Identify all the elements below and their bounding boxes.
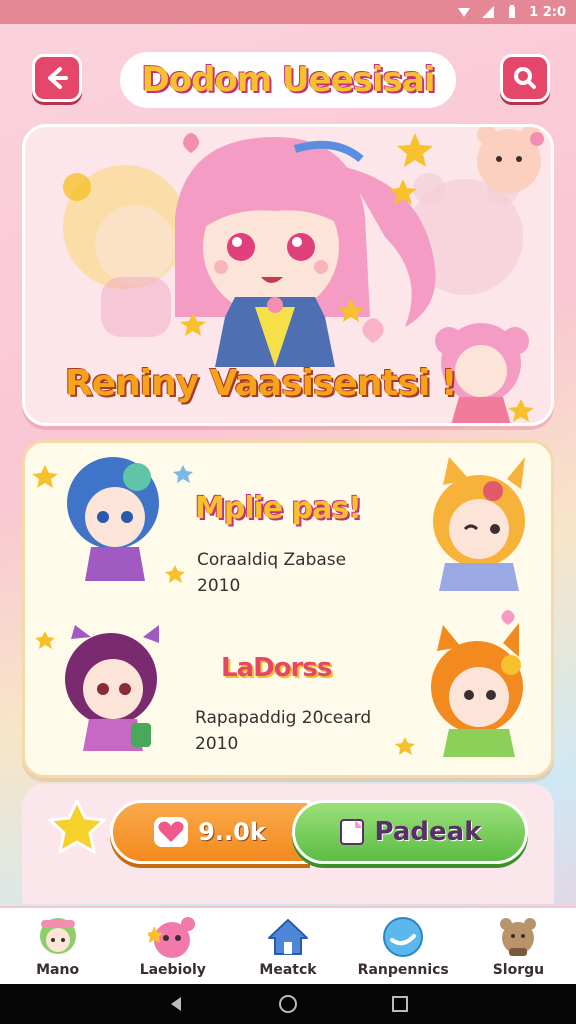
- system-navigation-bar: [0, 984, 576, 1024]
- signal-icon: [457, 5, 471, 19]
- nav-item-home[interactable]: Mano: [0, 908, 115, 984]
- search-icon: [512, 65, 538, 91]
- document-icon: [339, 818, 365, 846]
- nav-item-match[interactable]: Meatck: [230, 908, 345, 984]
- search-button[interactable]: [500, 54, 550, 102]
- primary-action-label: Padeak: [374, 817, 482, 847]
- item-2-year: 2010: [195, 734, 239, 754]
- likes-button[interactable]: 9..0k: [110, 800, 310, 864]
- favorite-star-button[interactable]: [46, 798, 108, 860]
- nav-item-library[interactable]: Laebioly: [115, 908, 230, 984]
- item-1-year: 2010: [197, 576, 241, 596]
- globe-icon: [378, 914, 428, 960]
- pink-blob-icon: [147, 914, 198, 960]
- item-2-title[interactable]: LaDorss: [221, 653, 332, 683]
- item-1-subtitle: Coraaldiq Zabase: [197, 550, 347, 570]
- status-bar: 1 2:0: [0, 0, 576, 24]
- network-icon: [481, 5, 495, 19]
- nav-item-explore[interactable]: Ranpennics: [346, 908, 461, 984]
- hero-caption: Reniny Vaasisentsi !: [65, 363, 457, 404]
- status-time: 1 2:0: [529, 4, 566, 20]
- nav-label-library: Laebioly: [139, 962, 206, 978]
- back-arrow-icon: [44, 65, 70, 91]
- item-1-title[interactable]: Mplie pas!: [195, 491, 362, 526]
- star-icon: [46, 798, 108, 860]
- bottom-navigation: Mano Laebioly Meatck Ranpennics Slorgu: [0, 906, 576, 984]
- system-recents-icon[interactable]: [390, 994, 410, 1014]
- nav-label-home: Mano: [36, 962, 80, 978]
- page-title: Dodom Ueesisai: [120, 52, 456, 108]
- system-back-icon[interactable]: [166, 994, 186, 1014]
- nav-item-profile[interactable]: Slorgu: [461, 908, 576, 984]
- items-panel: Mplie pas! Coraaldiq Zabase 2010 LaDorss…: [22, 440, 554, 778]
- house-icon: [263, 914, 313, 960]
- primary-action-button[interactable]: Padeak: [292, 800, 528, 864]
- hero-banner[interactable]: Reniny Vaasisentsi !: [22, 124, 554, 426]
- nav-label-match: Meatck: [259, 962, 317, 978]
- battery-icon: [505, 5, 519, 19]
- likes-count: 9..0k: [198, 818, 266, 846]
- back-button[interactable]: [32, 54, 82, 102]
- item-2-subtitle: Rapapaddig 20ceard: [195, 708, 372, 728]
- bear-icon: [493, 914, 543, 960]
- system-home-icon[interactable]: [278, 994, 298, 1014]
- app-header: Dodom Ueesisai: [0, 24, 576, 124]
- heart-icon: [154, 817, 189, 847]
- home-character-icon: [33, 914, 83, 960]
- nav-label-explore: Ranpennics: [357, 962, 449, 978]
- nav-label-profile: Slorgu: [492, 962, 545, 978]
